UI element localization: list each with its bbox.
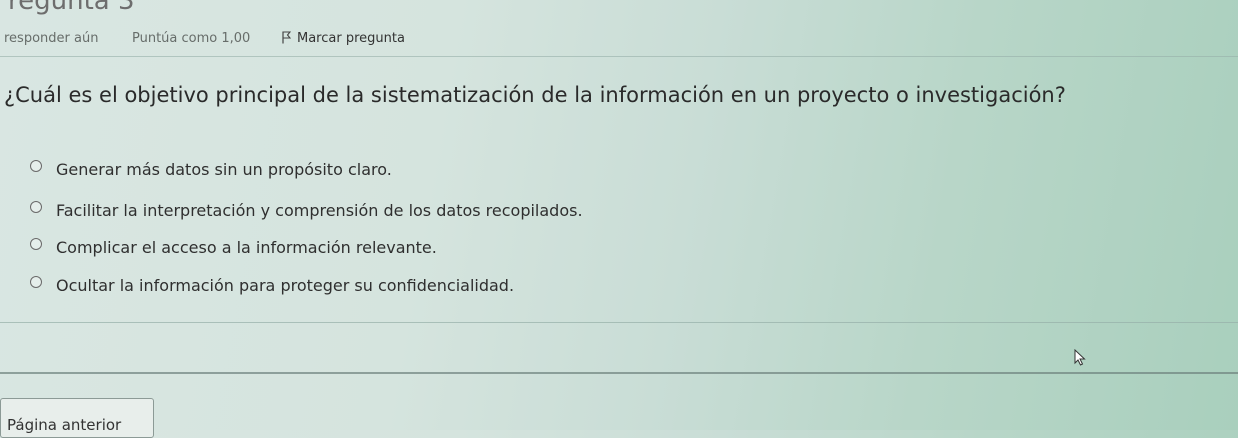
answer-option-label: Ocultar la información para proteger su …: [56, 276, 515, 295]
question-score: Puntúa como 1,00: [132, 31, 251, 46]
header-divider: [0, 56, 1238, 57]
question-title: regunta 3: [8, 0, 135, 16]
radio-button[interactable]: [30, 238, 42, 250]
question-status: responder aún: [4, 31, 99, 46]
flag-question-button[interactable]: Marcar pregunta: [282, 31, 405, 46]
radio-button[interactable]: [30, 276, 42, 288]
answer-option-label: Complicar el acceso a la información rel…: [56, 238, 437, 257]
question-text: ¿Cuál es el objetivo principal de la sis…: [4, 83, 1066, 107]
radio-button[interactable]: [30, 160, 42, 172]
flag-question-label: Marcar pregunta: [297, 31, 405, 46]
answer-option-label: Facilitar la interpretación y comprensió…: [56, 201, 583, 220]
navigation-divider: [0, 372, 1238, 374]
question-divider: [0, 322, 1238, 323]
flag-icon: [282, 31, 292, 44]
radio-button[interactable]: [30, 201, 42, 213]
mouse-cursor-icon: [1074, 349, 1086, 366]
previous-page-button[interactable]: Página anterior: [0, 398, 154, 438]
answer-option-label: Generar más datos sin un propósito claro…: [56, 160, 392, 179]
